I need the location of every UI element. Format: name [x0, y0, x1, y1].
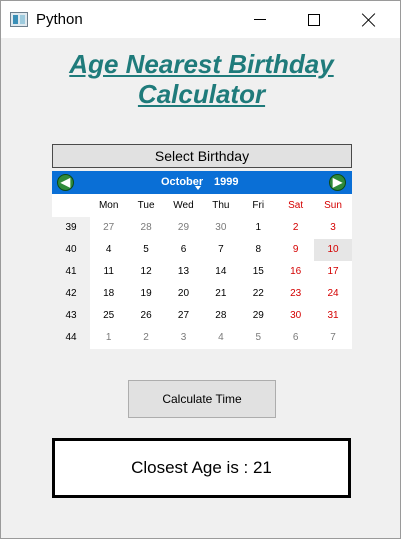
calendar-week-row: 40 4 5 6 7 8 9 10	[52, 239, 352, 261]
calendar-week-row: 43 25 26 27 28 29 30 31	[52, 305, 352, 327]
page-title: Age Nearest Birthday Calculator	[1, 49, 401, 109]
month-dropdown-icon[interactable]	[195, 186, 201, 190]
calendar-day[interactable]: 17	[314, 261, 351, 283]
next-month-icon[interactable]: ▶	[329, 174, 346, 191]
week-number: 39	[52, 217, 90, 239]
weekday-label: Fri	[252, 200, 265, 211]
calendar-day[interactable]: 1	[240, 217, 277, 239]
calendar-day[interactable]: 13	[165, 261, 202, 283]
calendar-day[interactable]: 27	[165, 305, 202, 327]
close-icon	[362, 13, 376, 27]
maximize-button[interactable]	[291, 1, 337, 38]
minimize-button[interactable]	[237, 1, 283, 38]
calendar-day[interactable]: 25	[90, 305, 127, 327]
weekday-label: Tue	[137, 200, 155, 211]
calendar-week-row: 39 27 28 29 30 1 2 3	[52, 217, 352, 239]
week-number: 44	[52, 327, 90, 349]
week-number: 42	[52, 283, 90, 305]
week-number: 43	[52, 305, 90, 327]
week-number-header	[52, 194, 90, 217]
calendar-day[interactable]: 23	[277, 283, 314, 305]
calendar-day[interactable]: 14	[202, 261, 239, 283]
calendar-day[interactable]: 28	[127, 217, 164, 239]
birthday-calendar[interactable]: ◀ October 1999 ▶ Mon Tue Wed Thu Fri Sat Sun 3…	[52, 171, 352, 349]
calendar-day[interactable]: 22	[240, 283, 277, 305]
close-button[interactable]	[346, 1, 392, 38]
calendar-day[interactable]: 2	[277, 217, 314, 239]
weekday-header: Mon Tue Wed Thu Fri Sat Sun	[52, 194, 352, 217]
calendar-day[interactable]: 7	[202, 239, 239, 261]
select-birthday-label: Select Birthday	[52, 144, 352, 168]
calendar-day[interactable]: 16	[277, 261, 314, 283]
minimize-icon	[254, 19, 266, 20]
calendar-day[interactable]: 18	[90, 283, 127, 305]
calendar-day[interactable]: 3	[165, 327, 202, 349]
python-app-icon	[10, 12, 28, 27]
calendar-day[interactable]: 31	[314, 305, 351, 327]
title-bar[interactable]: Python	[1, 1, 400, 38]
result-display: Closest Age is : 21	[52, 438, 351, 498]
window-title: Python	[36, 11, 83, 28]
calendar-week-row: 42 18 19 20 21 22 23 24	[52, 283, 352, 305]
calendar-nav-bar: ◀ October 1999 ▶	[52, 171, 352, 194]
calendar-day[interactable]: 21	[202, 283, 239, 305]
weekday-label: Sun	[324, 200, 342, 211]
calendar-day[interactable]: 12	[127, 261, 164, 283]
weekday-label: Sat	[288, 200, 304, 211]
weekday-label: Mon	[98, 200, 119, 211]
calendar-week-row: 44 1 2 3 4 5 6 7	[52, 327, 352, 349]
calendar-day[interactable]: 7	[314, 327, 351, 349]
calendar-day[interactable]: 29	[240, 305, 277, 327]
calendar-day[interactable]: 5	[240, 327, 277, 349]
calendar-day[interactable]: 15	[240, 261, 277, 283]
calendar-day[interactable]: 10	[314, 239, 352, 261]
calendar-day[interactable]: 4	[202, 327, 239, 349]
calendar-day[interactable]: 2	[127, 327, 164, 349]
week-number: 40	[52, 239, 90, 261]
calendar-day[interactable]: 26	[127, 305, 164, 327]
calendar-day[interactable]: 30	[202, 217, 239, 239]
calendar-day[interactable]: 11	[90, 261, 127, 283]
weekday-label: Thu	[212, 200, 230, 211]
app-window: Python Age Nearest Birthday Calculator S…	[0, 0, 401, 539]
prev-month-icon[interactable]: ◀	[57, 174, 74, 191]
calendar-day[interactable]: 30	[277, 305, 314, 327]
calendar-grid: 39 27 28 29 30 1 2 3 40 4 5 6 7 8 9 10 41 11 12 13 14 15 16 17 4…	[52, 217, 352, 349]
calendar-day[interactable]: 9	[277, 239, 314, 261]
calculate-time-button[interactable]: Calculate Time	[128, 380, 276, 418]
calendar-day[interactable]: 28	[202, 305, 239, 327]
calendar-day[interactable]: 4	[90, 239, 127, 261]
calendar-day[interactable]: 29	[165, 217, 202, 239]
calendar-day[interactable]: 3	[314, 217, 351, 239]
week-number: 41	[52, 261, 90, 283]
calendar-day[interactable]: 1	[90, 327, 127, 349]
year-selector[interactable]: 1999	[214, 176, 238, 188]
calendar-week-row: 41 11 12 13 14 15 16 17	[52, 261, 352, 283]
calendar-day[interactable]: 6	[277, 327, 314, 349]
calendar-day[interactable]: 27	[90, 217, 127, 239]
calendar-day[interactable]: 20	[165, 283, 202, 305]
calendar-day[interactable]: 6	[165, 239, 202, 261]
calendar-day[interactable]: 8	[240, 239, 277, 261]
weekday-label: Wed	[173, 200, 194, 211]
maximize-icon	[308, 13, 320, 26]
title-line-2: Calculator	[137, 79, 266, 109]
title-line-1: Age Nearest Birthday	[69, 49, 334, 79]
calendar-day[interactable]: 19	[127, 283, 164, 305]
calendar-day[interactable]: 5	[127, 239, 164, 261]
calendar-day[interactable]: 24	[314, 283, 351, 305]
